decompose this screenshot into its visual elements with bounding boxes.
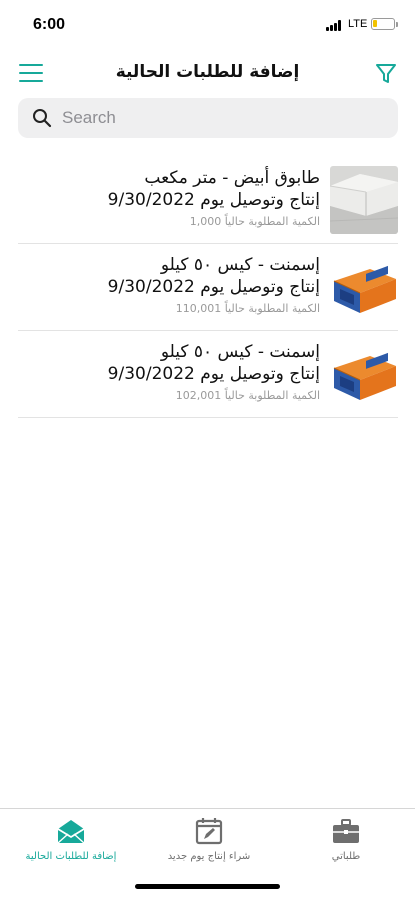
tab-label: طلباتي [331,851,361,862]
tab-add-to-current-orders[interactable]: إضافة للطلبات الحالية [2,817,140,862]
battery-icon [371,18,395,30]
item-quantity: الكمية المطلوبة حالياً 102,001 [175,389,320,402]
cement-bag-image [330,340,398,408]
header: إضافة للطلبات الحالية [0,52,415,96]
item-name: إسمنت - كيس ٥٠ كيلو [160,255,320,275]
tab-label: إضافة للطلبات الحالية [25,851,117,862]
list-item[interactable]: إسمنت - كيس ٥٠ كيلو إنتاج وتوصيل يوم 9/3… [18,331,398,418]
item-quantity: الكمية المطلوبة حالياً 1,000 [189,215,320,228]
item-quantity: الكمية المطلوبة حالياً 110,001 [175,302,320,315]
item-name: إسمنت - كيس ٥٠ كيلو [160,342,320,362]
cement-bag-image [330,253,398,321]
item-date: إنتاج وتوصيل يوم 9/30/2022 [107,364,320,384]
search-input[interactable] [62,98,382,138]
filter-icon[interactable] [374,62,398,86]
tab-my-orders[interactable]: طلباتي [277,817,415,862]
status-time: 6:00 [33,16,66,33]
item-name: طابوق أبيض - متر مكعب [144,168,320,188]
page-title: إضافة للطلبات الحالية [115,62,300,82]
tab-buy-new-day-production[interactable]: شراء إنتاج يوم جديد [140,817,278,862]
envelope-open-icon [57,820,85,844]
calendar-edit-icon [195,818,223,845]
network-label: LTE [348,18,368,30]
hamburger-icon[interactable] [19,64,43,84]
item-date: إنتاج وتوصيل يوم 9/30/2022 [107,277,320,297]
signal-icon [326,20,344,31]
home-indicator[interactable] [135,884,280,889]
search-bar [18,98,398,138]
order-list: طابوق أبيض - متر مكعب إنتاج وتوصيل يوم 9… [18,157,398,418]
list-item[interactable]: إسمنت - كيس ٥٠ كيلو إنتاج وتوصيل يوم 9/3… [18,244,398,331]
search-icon [33,109,52,128]
briefcase-icon [333,819,359,843]
battery-cap [396,22,398,27]
white-block-image [330,166,398,234]
status-bar: 6:00 LTE [0,0,415,50]
list-item[interactable]: طابوق أبيض - متر مكعب إنتاج وتوصيل يوم 9… [18,157,398,244]
tab-label: شراء إنتاج يوم جديد [167,851,251,862]
item-date: إنتاج وتوصيل يوم 9/30/2022 [107,190,320,210]
